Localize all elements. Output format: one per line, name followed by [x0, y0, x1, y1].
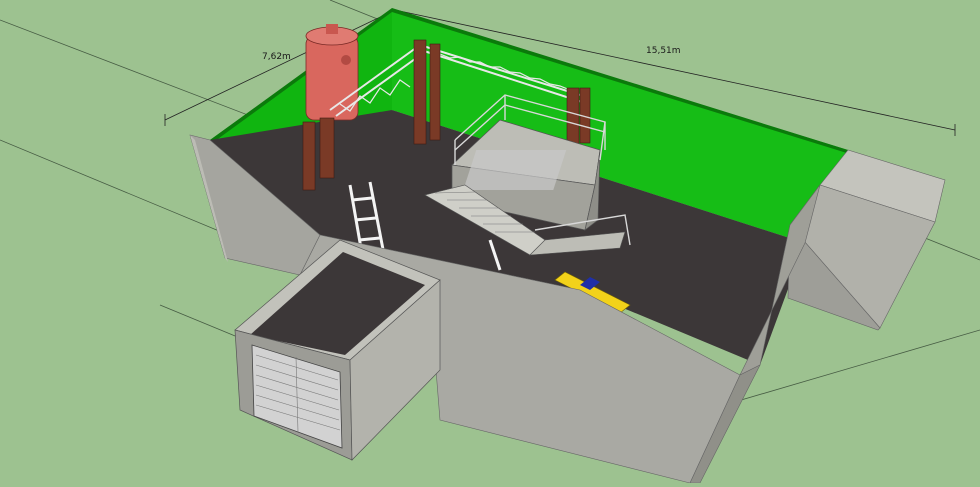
dimension-length-label: 15,51m	[646, 46, 681, 56]
model-scene: 7,62m 15,51m	[0, 0, 980, 484]
dimension-width-label: 7,62m	[262, 52, 291, 62]
sketchup-viewport[interactable]: 7,62m 15,51m	[0, 0, 980, 484]
front-annex	[234, 239, 441, 461]
